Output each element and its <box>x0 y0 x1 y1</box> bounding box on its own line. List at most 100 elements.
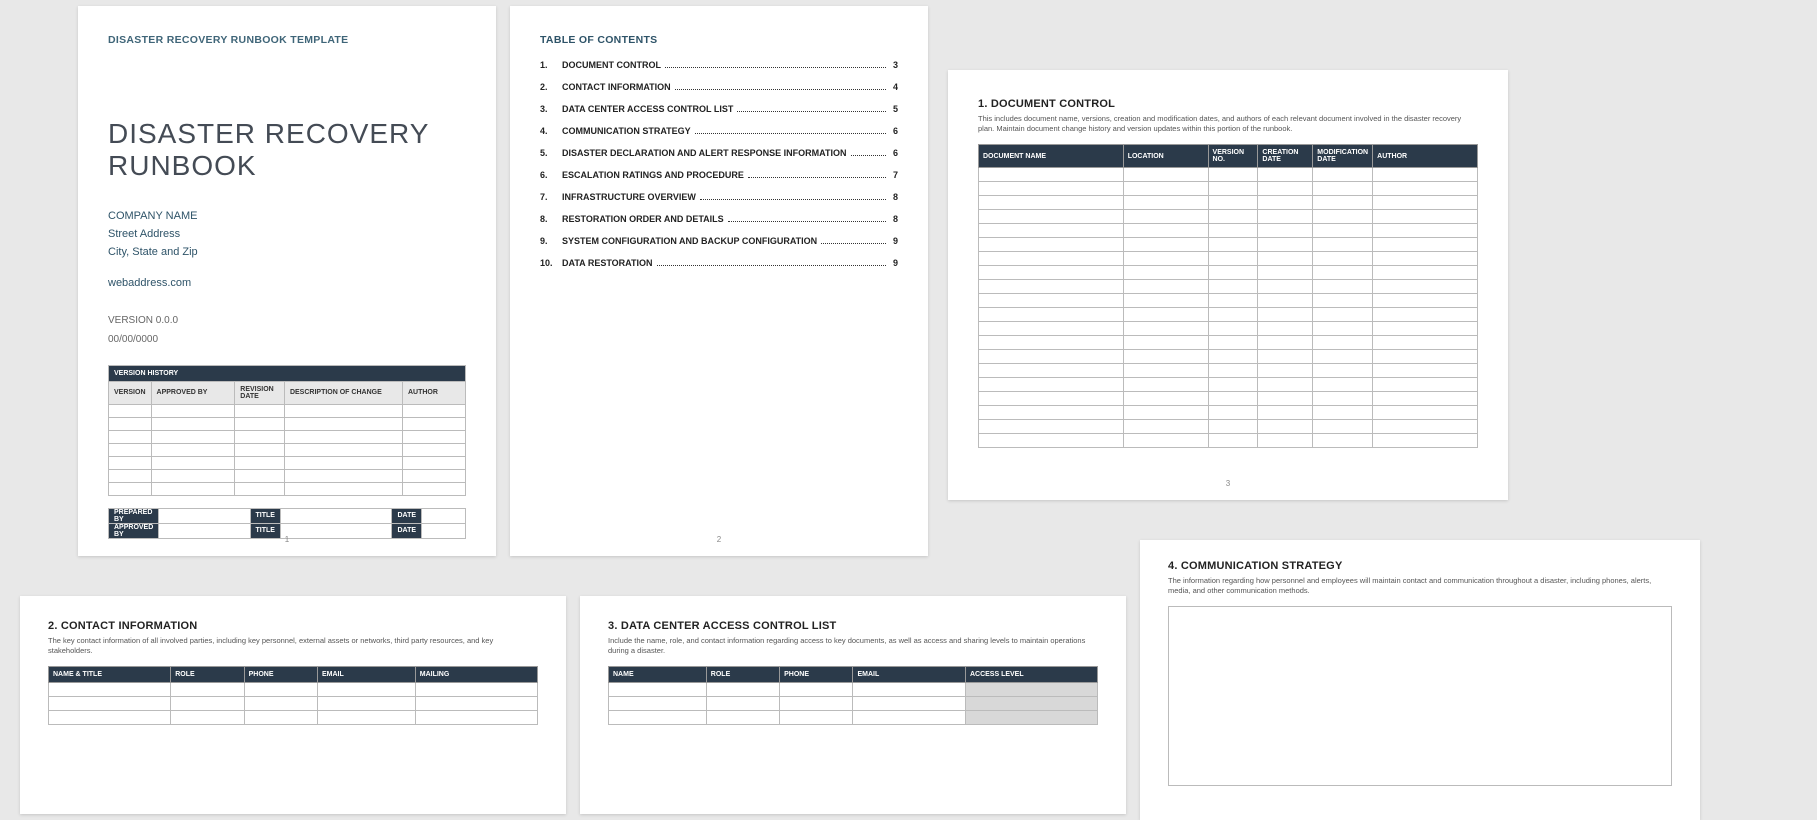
table-row <box>109 404 466 417</box>
toc-item: 1.DOCUMENT CONTROL3 <box>540 60 898 70</box>
city-state-zip: City, State and Zip <box>108 246 198 258</box>
table-row <box>979 294 1478 308</box>
vh-col-desc: DESCRIPTION OF CHANGE <box>284 381 402 404</box>
title-line-1: DISASTER RECOVERY <box>108 118 429 149</box>
table-row <box>979 224 1478 238</box>
table-row <box>979 252 1478 266</box>
web-address: webaddress.com <box>108 275 466 293</box>
table-row <box>109 417 466 430</box>
date-value-1 <box>422 508 466 523</box>
table-row <box>979 308 1478 322</box>
section-description: The information regarding how personnel … <box>1168 576 1672 596</box>
toc-item: 3.DATA CENTER ACCESS CONTROL LIST5 <box>540 104 898 114</box>
table-row <box>979 350 1478 364</box>
title-value <box>280 508 392 523</box>
toc-item: 5.DISASTER DECLARATION AND ALERT RESPONS… <box>540 148 898 158</box>
vh-col-revdate: REVISION DATE <box>235 381 285 404</box>
date-label-2: DATE <box>392 523 422 538</box>
table-row <box>609 683 1098 697</box>
page-1-cover: DISASTER RECOVERY RUNBOOK TEMPLATE DISAS… <box>78 6 496 556</box>
table-row <box>979 168 1478 182</box>
toc-item: 8.RESTORATION ORDER AND DETAILS8 <box>540 214 898 224</box>
content-box <box>1168 606 1672 786</box>
table-row <box>979 434 1478 448</box>
version-history-table: VERSION HISTORY VERSION APPROVED BY REVI… <box>108 365 466 496</box>
page-2-toc: TABLE OF CONTENTS 1.DOCUMENT CONTROL3 2.… <box>510 6 928 556</box>
prepared-by-label: PREPARED BY <box>109 508 159 523</box>
title-label: TITLE <box>250 508 280 523</box>
table-row <box>979 378 1478 392</box>
table-row <box>109 482 466 495</box>
table-row <box>609 697 1098 711</box>
toc-item: 6.ESCALATION RATINGS AND PROCEDURE7 <box>540 170 898 180</box>
table-row <box>609 711 1098 725</box>
page-number: 2 <box>717 535 721 544</box>
col-role: ROLE <box>706 667 779 683</box>
table-row <box>979 238 1478 252</box>
page-4-contact-info: 2. CONTACT INFORMATION The key contact i… <box>20 596 566 814</box>
title-line-2: RUNBOOK <box>108 150 257 181</box>
page-number: 1 <box>285 535 289 544</box>
toc-item: 2.CONTACT INFORMATION4 <box>540 82 898 92</box>
access-table: NAME ROLE PHONE EMAIL ACCESS LEVEL <box>608 666 1098 725</box>
table-row <box>979 210 1478 224</box>
vh-col-approved: APPROVED BY <box>151 381 235 404</box>
contact-table: NAME & TITLE ROLE PHONE EMAIL MAILING <box>48 666 538 725</box>
col-email: EMAIL <box>317 667 415 683</box>
vh-col-version: VERSION <box>109 381 152 404</box>
table-row <box>109 443 466 456</box>
vh-col-author: AUTHOR <box>402 381 465 404</box>
table-row <box>979 336 1478 350</box>
table-row <box>979 266 1478 280</box>
vh-title: VERSION HISTORY <box>109 365 466 381</box>
table-row <box>109 456 466 469</box>
toc-item: 9.SYSTEM CONFIGURATION AND BACKUP CONFIG… <box>540 236 898 246</box>
table-row <box>979 406 1478 420</box>
table-row <box>979 182 1478 196</box>
col-mod-date: MODIFICATION DATE <box>1313 145 1373 168</box>
table-row <box>979 420 1478 434</box>
page-6-communication: 4. COMMUNICATION STRATEGY The informatio… <box>1140 540 1700 820</box>
company-name: COMPANY NAME <box>108 210 197 222</box>
date-label: 00/00/0000 <box>108 334 466 345</box>
table-row <box>979 364 1478 378</box>
col-phone: PHONE <box>244 667 317 683</box>
table-row <box>979 196 1478 210</box>
document-title: DISASTER RECOVERY RUNBOOK <box>108 118 466 182</box>
page-5-access-control: 3. DATA CENTER ACCESS CONTROL LIST Inclu… <box>580 596 1126 814</box>
date-label-1: DATE <box>392 508 422 523</box>
col-doc-name: DOCUMENT NAME <box>979 145 1124 168</box>
street-address: Street Address <box>108 228 180 240</box>
section-heading: 2. CONTACT INFORMATION <box>48 620 538 632</box>
col-author: AUTHOR <box>1373 145 1478 168</box>
document-control-table: DOCUMENT NAME LOCATION VERSION NO. CREAT… <box>978 144 1478 448</box>
col-name-title: NAME & TITLE <box>49 667 171 683</box>
toc-heading: TABLE OF CONTENTS <box>540 34 898 46</box>
col-access-level: ACCESS LEVEL <box>965 667 1097 683</box>
prepared-by-value <box>159 508 250 523</box>
section-description: The key contact information of all invol… <box>48 636 538 656</box>
section-heading: 1. DOCUMENT CONTROL <box>978 98 1478 110</box>
toc-list: 1.DOCUMENT CONTROL3 2.CONTACT INFORMATIO… <box>540 60 898 268</box>
table-row <box>979 280 1478 294</box>
table-row <box>49 711 538 725</box>
table-row <box>49 697 538 711</box>
toc-item: 4.COMMUNICATION STRATEGY6 <box>540 126 898 136</box>
section-description: This includes document name, versions, c… <box>978 114 1478 134</box>
date-value-2 <box>422 523 466 538</box>
col-location: LOCATION <box>1123 145 1208 168</box>
toc-item: 10.DATA RESTORATION9 <box>540 258 898 268</box>
page-number: 3 <box>1226 479 1230 488</box>
col-creation-date: CREATION DATE <box>1258 145 1313 168</box>
approved-by-label: APPROVED BY <box>109 523 159 538</box>
version-label: VERSION 0.0.0 <box>108 315 466 326</box>
template-label: DISASTER RECOVERY RUNBOOK TEMPLATE <box>108 34 466 46</box>
col-mailing: MAILING <box>415 667 537 683</box>
title-value-2 <box>280 523 392 538</box>
section-description: Include the name, role, and contact info… <box>608 636 1098 656</box>
col-version-no: VERSION NO. <box>1208 145 1258 168</box>
table-row <box>49 683 538 697</box>
table-row <box>979 392 1478 406</box>
col-name: NAME <box>609 667 707 683</box>
col-email: EMAIL <box>853 667 965 683</box>
